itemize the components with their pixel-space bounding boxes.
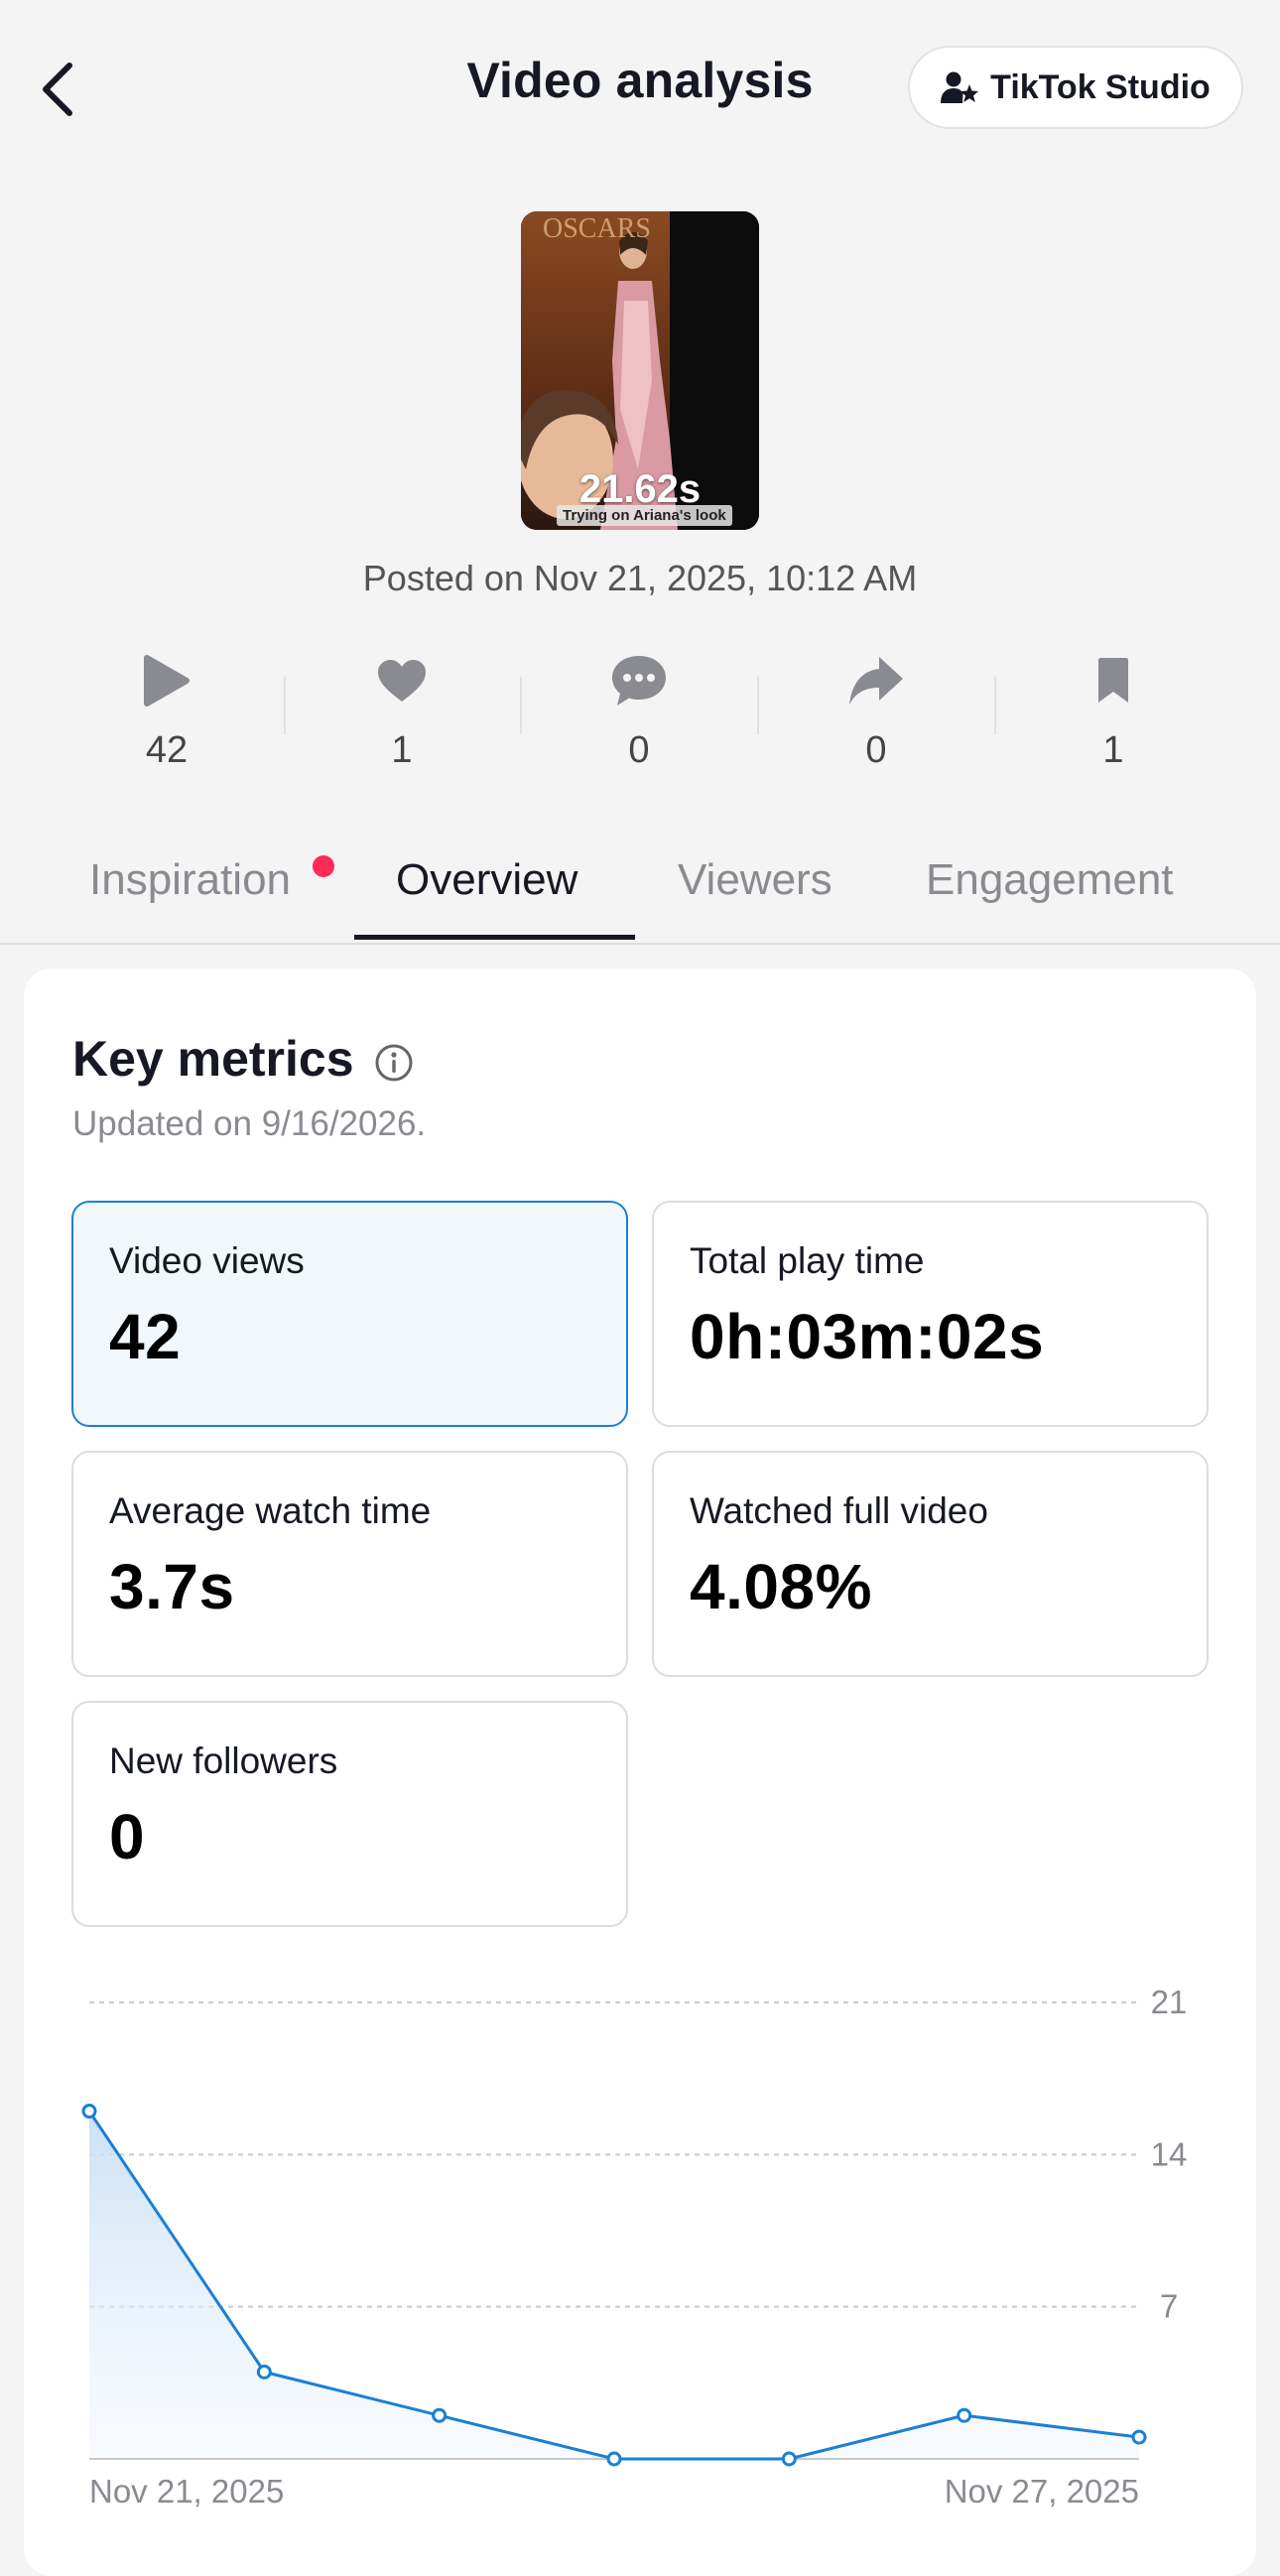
video-views-chart: 21 14 7 Nov 21, 2025 Nov 27, 2025 <box>81 1984 1188 2510</box>
chart-data-point[interactable] <box>781 2451 797 2467</box>
x-tick-label: Nov 21, 2025 <box>89 2473 284 2510</box>
chart-data-point[interactable] <box>606 2451 622 2467</box>
y-tick-label: 14 <box>1151 2135 1188 2172</box>
chart-area-fill <box>89 2111 1139 2459</box>
y-tick-label: 7 <box>1160 2288 1178 2325</box>
chart-data-point[interactable] <box>1131 2429 1147 2445</box>
chart-data-point[interactable] <box>432 2407 448 2423</box>
chart-data-point[interactable] <box>957 2407 972 2423</box>
y-tick-label: 21 <box>1151 1984 1188 2020</box>
chart-data-point[interactable] <box>256 2364 272 2380</box>
chart-data-point[interactable] <box>81 2104 97 2120</box>
x-tick-label: Nov 27, 2025 <box>945 2473 1139 2510</box>
